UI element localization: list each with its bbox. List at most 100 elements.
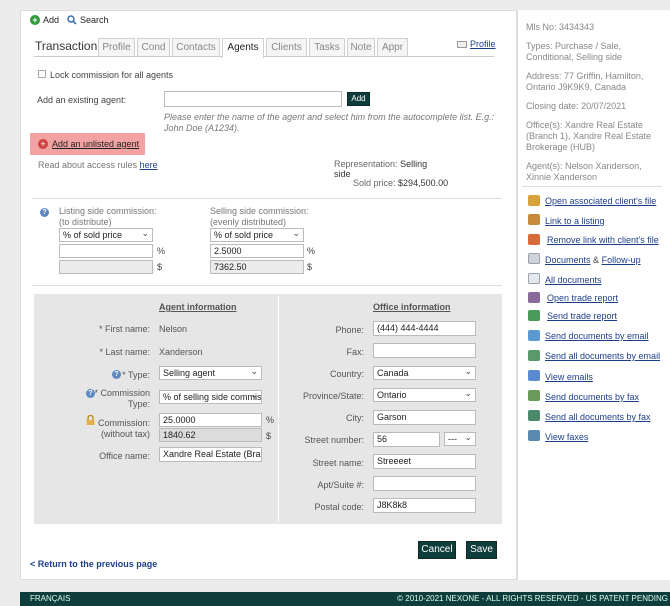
save-button[interactable]: Save — [466, 541, 497, 559]
selling-commission-amount: 7362.50 — [210, 260, 304, 274]
street-number-label: Street number: — [304, 435, 364, 445]
email-all-icon — [528, 350, 540, 361]
cancel-button[interactable]: Cancel — [418, 541, 456, 559]
help-icon[interactable]: ? — [40, 208, 49, 217]
add-label: Add — [43, 15, 60, 25]
tab-profile[interactable]: Profile — [98, 38, 135, 56]
street-name-input[interactable]: Streeeet — [373, 454, 476, 469]
add-existing-agent-label: Add an existing agent: — [37, 95, 127, 105]
selling-currency-unit: $ — [307, 262, 313, 272]
commission-label: Commission: (without tax) — [97, 418, 150, 439]
search-label: Search — [80, 15, 109, 25]
access-rules-link[interactable]: here — [140, 160, 158, 170]
listing-commission-type-select[interactable]: % of sold price — [59, 228, 153, 242]
lock-commission-checkbox[interactable] — [38, 70, 46, 78]
first-name-value: Nelson — [159, 324, 188, 334]
listing-commission-percent-input[interactable] — [59, 244, 153, 258]
fax-input[interactable] — [373, 343, 476, 358]
search-button[interactable]: Search — [67, 15, 109, 25]
street-suffix-select[interactable]: --- — [444, 432, 476, 446]
selling-commission-type-select[interactable]: % of sold price — [210, 228, 304, 242]
agent-commission-percent-input[interactable]: 25.0000 — [159, 413, 262, 427]
province-label: Province/State: — [302, 391, 364, 401]
phone-input[interactable]: (444) 444-4444 — [373, 321, 476, 336]
city-input[interactable]: Garson — [373, 410, 476, 425]
copyright: © 2010-2021 NEXONE - ALL RIGHTS RESERVED… — [397, 594, 668, 603]
apt-input[interactable] — [373, 476, 476, 491]
documents-followup: Documents & Follow-up — [545, 255, 641, 265]
tab-contacts[interactable]: Contacts — [172, 38, 220, 56]
agent-currency-unit: $ — [266, 431, 272, 441]
commission-type-label: * Commission Type: — [94, 388, 150, 409]
send-docs-fax-link[interactable]: Send documents by fax — [545, 392, 639, 402]
existing-agent-input[interactable] — [164, 91, 342, 107]
send-all-docs-email-link[interactable]: Send all documents by email — [545, 351, 660, 361]
footer: FRANÇAIS © 2010-2021 NEXONE - ALL RIGHTS… — [20, 592, 670, 606]
street-number-input[interactable]: 56 — [373, 432, 440, 447]
person-folder-icon — [528, 195, 540, 206]
remove-client-link[interactable]: Remove link with client's file — [547, 235, 659, 245]
add-button[interactable]: + Add — [30, 15, 59, 25]
tab-note[interactable]: Note — [347, 38, 375, 56]
lock-icon[interactable] — [85, 414, 96, 425]
tab-tasks[interactable]: Tasks — [309, 38, 345, 56]
listing-commission-amount — [59, 260, 153, 274]
postal-input[interactable]: J8K8k8 — [373, 498, 476, 513]
divider — [32, 198, 502, 199]
agent-percent-unit: % — [266, 415, 275, 425]
email-icon — [528, 330, 540, 341]
tab-clients[interactable]: Clients — [266, 38, 307, 56]
country-label: Country: — [329, 369, 364, 379]
agent-type-select[interactable]: Selling agent — [159, 366, 262, 380]
fax-icon — [528, 390, 540, 401]
add-unlisted-agent-button[interactable]: + Add an unlisted agent — [30, 133, 145, 155]
transaction-summary: Mls No: 3434343 Types: Purchase / Sale, … — [526, 22, 666, 183]
apt-label: Apt/Suite #: — [317, 480, 364, 490]
documents-link[interactable]: Documents — [545, 255, 591, 265]
listing-commission-title: Listing side commission: (to distribute) — [59, 206, 157, 227]
lock-commission-label: Lock commission for all agents — [50, 70, 174, 80]
send-docs-email-link[interactable]: Send documents by email — [545, 331, 649, 341]
tab-transaction[interactable]: Transaction — [35, 38, 97, 56]
office-name-label: Office name: — [99, 451, 150, 461]
selling-commission-title: Selling side commission: (evenly distrib… — [210, 206, 309, 227]
all-documents-link[interactable]: All documents — [545, 275, 602, 285]
office-info-header: Office information — [373, 302, 451, 312]
profile-link[interactable]: Profile — [457, 39, 496, 49]
profile-card-icon — [457, 40, 467, 48]
tab-cond[interactable]: Cond — [137, 38, 170, 56]
tab-appr[interactable]: Appr — [377, 38, 408, 56]
open-trade-report-link[interactable]: Open trade report — [547, 293, 618, 303]
sold-price: Sold price: $294,500.00 — [353, 178, 449, 188]
send-trade-report-link[interactable]: Send trade report — [547, 311, 617, 321]
tab-agents[interactable]: Agents — [222, 38, 264, 58]
first-name-label: * First name: — [98, 324, 150, 334]
language-link[interactable]: FRANÇAIS — [30, 592, 70, 606]
commission-type-select[interactable]: % of selling side commission — [159, 390, 262, 404]
country-select[interactable]: Canada — [373, 366, 476, 380]
office-name-input[interactable]: Xandre Real Estate (Branch 1) — [159, 447, 262, 462]
add-circle-icon: + — [38, 139, 48, 149]
last-name-label: * Last name: — [99, 347, 150, 357]
province-select[interactable]: Ontario — [373, 388, 476, 402]
listing-percent-unit: % — [157, 246, 166, 256]
open-client-file-link[interactable]: Open associated client's file — [545, 196, 656, 206]
closing-date-field: Closing date: 20/07/2021 — [526, 101, 627, 111]
access-rules-text: Read about access rules here — [38, 160, 158, 170]
selling-commission-percent-input[interactable]: 2.5000 — [210, 244, 304, 258]
street-name-label: Street name: — [312, 458, 364, 468]
return-link[interactable]: < Return to the previous page — [30, 559, 157, 569]
offices-field: Office(s): Xandre Real Estate (Branch 1)… — [526, 120, 652, 152]
send-all-docs-fax-link[interactable]: Send all documents by fax — [545, 412, 651, 422]
view-emails-link[interactable]: View emails — [545, 372, 593, 382]
add-agent-button[interactable]: Add — [347, 92, 370, 106]
view-fax-icon — [528, 430, 540, 441]
house-icon — [528, 214, 540, 225]
agents-field: Agent(s): Nelson Xanderson, Xinnie Xande… — [526, 161, 642, 182]
link-listing-link[interactable]: Link to a listing — [545, 216, 605, 226]
view-faxes-link[interactable]: View faxes — [545, 432, 588, 442]
followup-link[interactable]: Follow-up — [602, 255, 641, 265]
agent-info-header: Agent information — [159, 302, 237, 312]
fax-label: Fax: — [346, 347, 364, 357]
document-icon — [528, 273, 540, 284]
